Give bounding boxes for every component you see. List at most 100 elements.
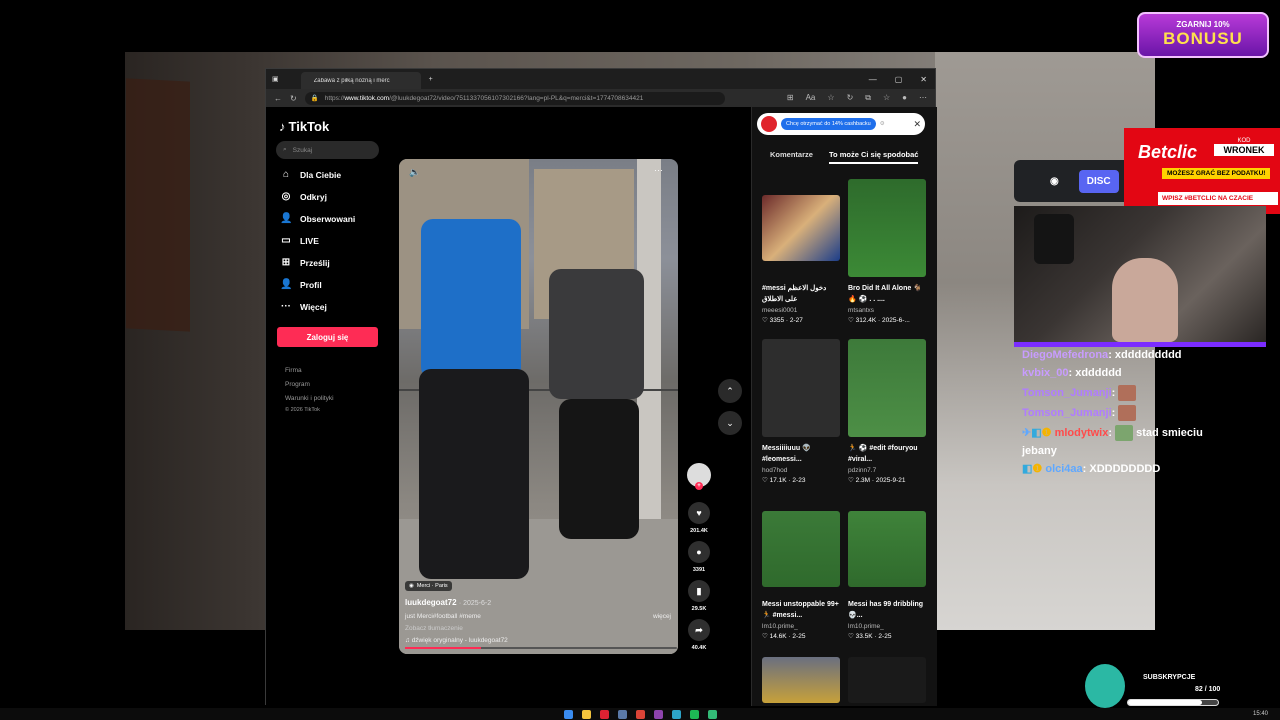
like-button[interactable]: ♥ 201.4K [686,502,712,534]
app-icon[interactable] [653,709,663,719]
promo-settings-icon[interactable]: ⚙ [880,121,885,127]
nav-item-more[interactable]: ··· Więcej [280,301,327,312]
footer-link-program[interactable]: Program [285,381,310,388]
music-icon: ♫ [405,637,412,644]
lock-icon: 🔒 [310,95,319,102]
video-date: · 2025-6-2 [458,600,492,607]
next-video-button[interactable]: ⌄ [718,411,742,435]
nav-label: Obserwowani [300,213,356,224]
card-title: #messi دخول الاعظم على الاطلاق [762,285,827,303]
share-button[interactable]: ➦ 40.4K [686,619,712,651]
footer-link-terms[interactable]: Warunki i polityki [285,395,334,402]
discord-icon: ◉ [1050,175,1059,187]
related-video-card[interactable]: Messi has 99 dribbling 💀... lm10.prime_ … [848,511,926,640]
menu-icon[interactable]: ⋯ [919,93,927,103]
video-player[interactable]: 🔈 ··· ◉ Merci · Paris luukdegoat72 · 2025… [399,159,678,654]
refresh-alt-icon[interactable]: ↻ [847,93,854,103]
footer-link-company[interactable]: Firma [285,367,302,374]
tab-related[interactable]: To może Ci się spodobać [829,150,919,164]
save-button[interactable]: ▮ 29.5K [686,580,712,612]
card-user: pdzinn7.7 [848,467,877,474]
tiktok-note-icon: ♪ [279,119,286,134]
collections-icon[interactable]: ☆ [883,93,890,103]
windows-start-icon[interactable] [563,709,573,719]
volume-icon[interactable]: 🔈 [409,167,420,178]
related-video-card[interactable]: Messiiiiuuu 👽 #leomessi... hod7hod ♡ 17.… [762,339,840,484]
video-thumbnail [848,179,926,277]
browser-tab[interactable]: ♪ 🔊 Zabawa z piłką nożną i merc × [300,72,421,89]
file-explorer-icon[interactable] [581,709,591,719]
subscription-goal: SUBSKRYPCJE 82 / 100 [1085,664,1225,714]
card-user: hod7hod [762,467,788,474]
card-likes: 17.1K [769,477,787,484]
location-chip[interactable]: ◉ Merci · Paris [405,581,452,591]
close-window-icon[interactable]: ✕ [920,75,927,84]
wall-poster [126,78,190,332]
bonus-banner: ZGARNIJ 10% BONUSU [1137,12,1269,58]
related-video-card[interactable]: #messi دخول الاعظم على الاطلاق meeesi000… [762,179,840,324]
chat-user: Tomson_Jumanji [1022,387,1112,399]
refresh-icon[interactable]: ↻ [290,94,297,103]
related-video-card[interactable] [762,657,840,703]
card-likes: 14.6K [769,633,787,640]
betclic-tagline: MOŻESZ GRAĆ BEZ PODATKU! [1162,168,1271,179]
translate-link[interactable]: Zobacz tłumaczenie [405,625,675,632]
app-icon[interactable] [707,709,717,719]
related-video-card[interactable]: Bro Did It All Alone 🐐 🔥 ⚽ . . .... mtsa… [848,179,926,324]
spotify-icon[interactable] [689,709,699,719]
read-aloud-icon[interactable]: Aa [806,93,816,103]
login-button[interactable]: Zaloguj się [277,327,378,347]
card-title: Messi has 99 dribbling 💀... [848,601,924,619]
nav-item-upload[interactable]: ⊞ Prześlij [280,257,330,268]
search-input[interactable]: ⌕ Szukaj [276,141,379,159]
nav-item-explore[interactable]: ◎ Odkryj [280,191,327,202]
chrome-icon[interactable] [635,709,645,719]
new-tab-icon[interactable]: + [429,76,433,83]
edge-icon[interactable] [671,709,681,719]
card-user: mtsantxs [848,307,875,314]
nav-item-profile[interactable]: 👤 Profil [280,279,322,290]
nav-item-live[interactable]: ▭ LIVE [280,235,319,246]
card-date: 2-25 [878,633,892,640]
video-more-icon[interactable]: ··· [654,165,663,175]
video-progress-fill [405,647,482,649]
subs-progress-fill [1128,700,1202,705]
app-icon[interactable] [599,709,609,719]
author-avatar[interactable]: + [686,463,712,490]
favorite-icon[interactable]: ☆ [827,93,834,103]
card-date: 2-25 [792,633,806,640]
comment-button[interactable]: ● 3391 [686,541,712,573]
related-video-card[interactable]: 🏃 ⚽ #edit #fouryou #viral... pdzinn7.7 ♡… [848,339,926,484]
video-username[interactable]: luukdegoat72 [405,598,457,607]
steam-icon[interactable] [617,709,627,719]
prev-video-button[interactable]: ⌃ [718,379,742,403]
nav-item-following[interactable]: 👤 Obserwowani [280,213,355,224]
more-link[interactable]: więcej [653,613,671,620]
tab-comments[interactable]: Komentarze [770,150,813,159]
tiktok-logo[interactable]: ♪ TikTok [279,119,329,134]
profile-icon: 👤 [280,279,293,290]
webcam-feed [1014,206,1266,342]
close-icon[interactable]: ✕ [913,119,921,130]
home-icon: ⌂ [282,169,290,180]
heart-icon: ♡ [762,633,770,640]
maximize-icon[interactable]: ▢ [895,75,903,84]
related-video-card[interactable]: Messi unstoppable 99+ 🏃 #messi... lm10.p… [762,511,840,640]
nav-item-for-you[interactable]: ⌂ Dla Ciebie [280,169,341,180]
video-progress[interactable] [405,647,677,649]
sound-link[interactable]: ♫ dźwięk oryginalny - luukdegoat72 [405,637,675,644]
avatar[interactable]: ● [902,93,907,103]
badge-icon: ✈ [1022,427,1032,439]
extensions-icon[interactable]: ⧉ [865,93,871,103]
heart-icon: ♥ [688,502,710,524]
cashback-banner[interactable]: Chcę otrzymać do 14% cashbacku ⚙ ✕ [757,113,925,135]
minimize-icon[interactable]: — [869,75,877,84]
sidebar-toggle-icon[interactable]: ▣ [272,75,279,83]
promo-text[interactable]: Chcę otrzymać do 14% cashbacku [781,118,876,130]
back-icon[interactable]: ← [274,94,282,103]
url-input[interactable]: 🔒 https://www.tiktok.com/@luukdegoat72/v… [304,91,725,105]
grid-icon[interactable]: ⊞ [787,93,794,103]
card-date: 2-27 [789,317,803,324]
related-video-card[interactable] [848,657,926,703]
follow-plus-icon[interactable]: + [695,482,703,490]
